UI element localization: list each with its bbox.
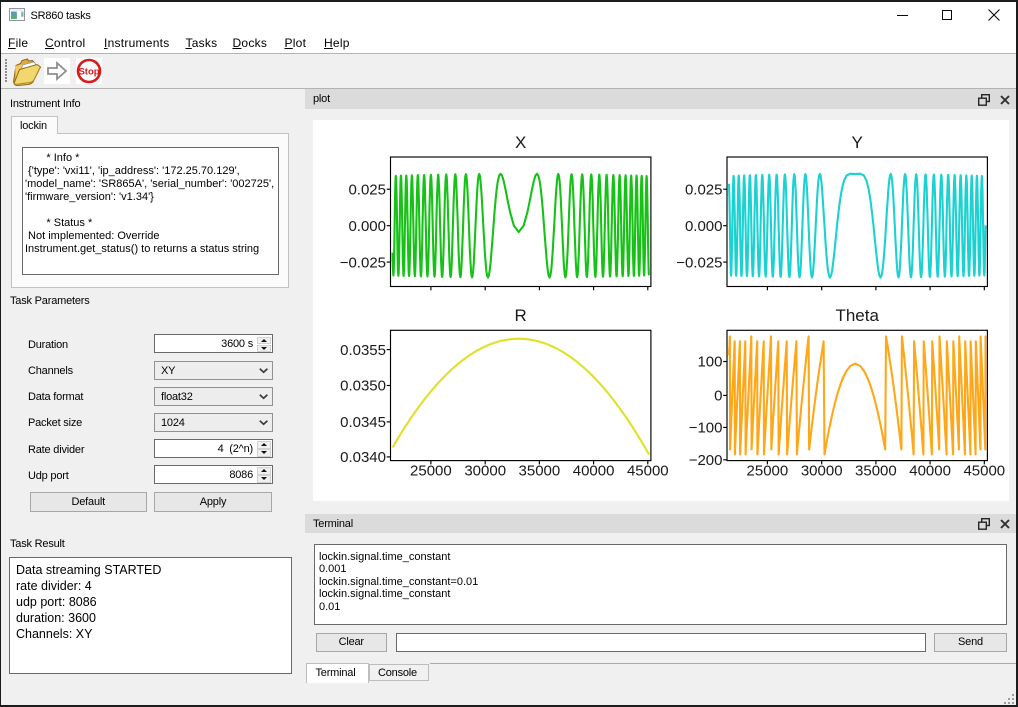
svg-text:0.0355: 0.0355 bbox=[340, 342, 386, 359]
svg-text:0.025: 0.025 bbox=[348, 181, 386, 198]
svg-text:40000: 40000 bbox=[909, 463, 951, 480]
svg-text:25000: 25000 bbox=[410, 463, 452, 480]
svg-text:0.000: 0.000 bbox=[685, 218, 723, 235]
svg-text:0: 0 bbox=[714, 388, 722, 405]
svg-text:0.000: 0.000 bbox=[348, 218, 386, 235]
svg-text:100: 100 bbox=[697, 354, 722, 371]
svg-text:0.025: 0.025 bbox=[685, 181, 723, 198]
svg-text:−0.025: −0.025 bbox=[340, 254, 386, 271]
svg-text:40000: 40000 bbox=[573, 463, 615, 480]
svg-text:0.0345: 0.0345 bbox=[340, 414, 386, 431]
svg-text:−0.025: −0.025 bbox=[676, 254, 722, 271]
svg-text:R: R bbox=[515, 306, 527, 325]
svg-text:X: X bbox=[515, 133, 526, 152]
svg-text:30000: 30000 bbox=[464, 463, 506, 480]
svg-text:Theta: Theta bbox=[835, 306, 879, 325]
svg-text:45000: 45000 bbox=[627, 463, 669, 480]
svg-text:−100: −100 bbox=[689, 420, 723, 437]
svg-text:35000: 35000 bbox=[855, 463, 897, 480]
svg-text:−200: −200 bbox=[689, 452, 723, 469]
svg-text:0.0350: 0.0350 bbox=[340, 378, 386, 395]
svg-text:30000: 30000 bbox=[801, 463, 843, 480]
svg-text:0.0340: 0.0340 bbox=[340, 449, 386, 466]
svg-text:25000: 25000 bbox=[747, 463, 789, 480]
svg-text:35000: 35000 bbox=[519, 463, 561, 480]
svg-text:Y: Y bbox=[852, 133, 863, 152]
svg-text:45000: 45000 bbox=[963, 463, 1005, 480]
svg-text:Stop: Stop bbox=[78, 66, 99, 77]
